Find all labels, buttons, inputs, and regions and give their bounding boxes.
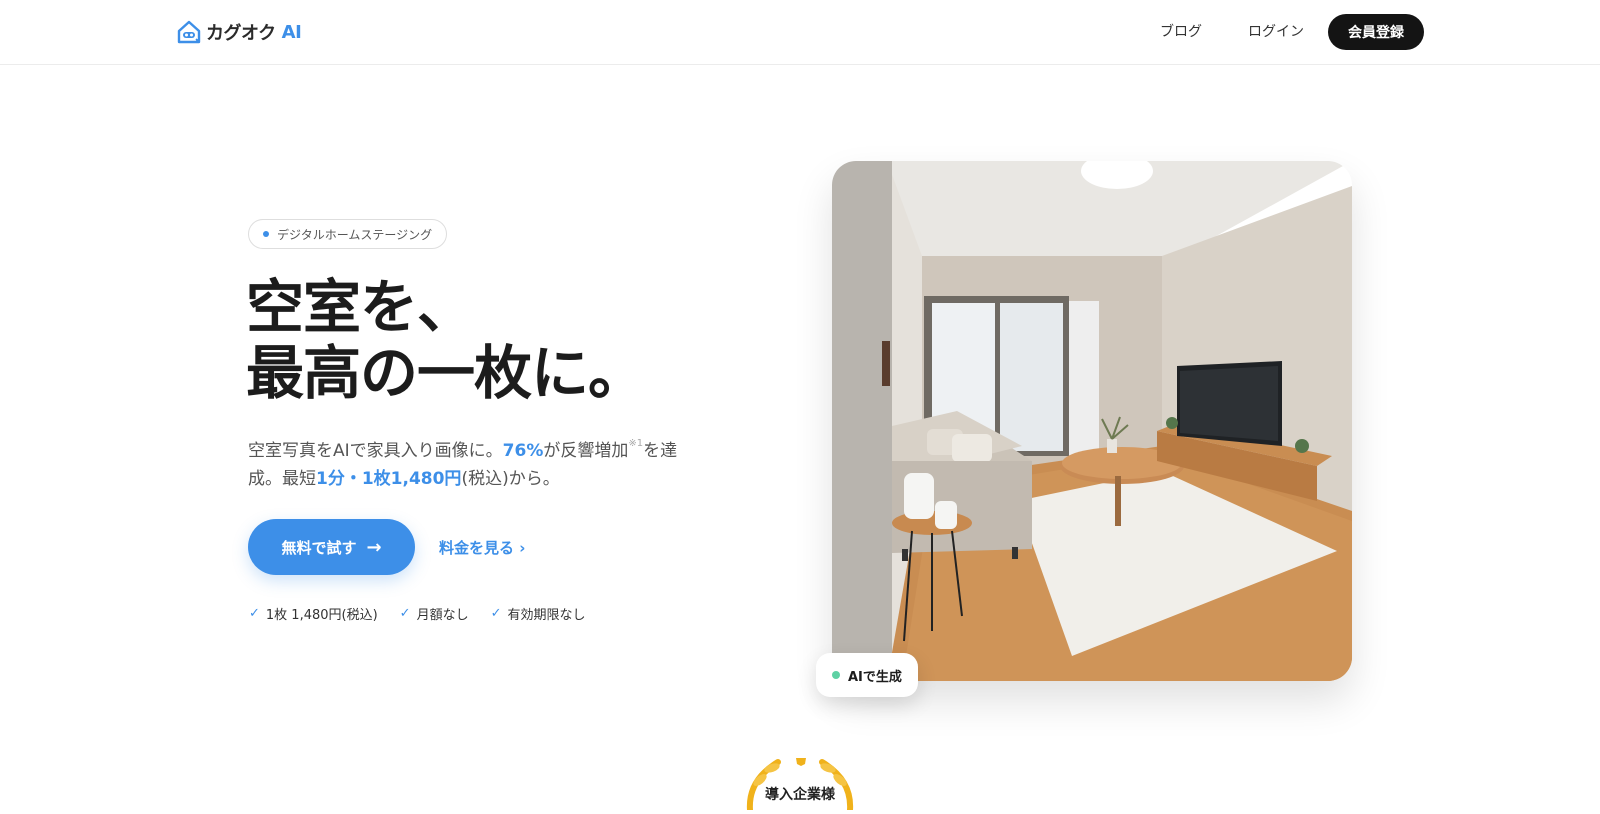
logo-ai-text: AI (281, 21, 302, 43)
house-logo-icon (177, 20, 201, 44)
feature-label: 1枚 1,480円(税込) (265, 608, 378, 623)
lead-price-highlight: 1分・1枚1,480円 (316, 469, 462, 489)
status-dot-icon (832, 671, 840, 679)
try-free-label: 無料で試す (281, 538, 357, 557)
signup-button[interactable]: 会員登録 (1328, 14, 1424, 50)
site-header: カグオク AI ブログ ログイン 会員登録 (0, 0, 1600, 65)
lead-part-2: が反響増加 (543, 441, 629, 461)
feature-label: 有効期限なし (507, 608, 586, 623)
room-illustration (832, 161, 1352, 681)
lead-stat: 76% (502, 441, 544, 461)
logo[interactable]: カグオク AI (176, 18, 302, 46)
feature-item: ✓ 有効期限なし (491, 604, 586, 623)
nav-blog-link[interactable]: ブログ (1160, 14, 1202, 50)
check-icon: ✓ (399, 606, 411, 621)
badge-text: デジタルホームステージング (277, 227, 433, 242)
try-free-button[interactable]: 無料で試す → (248, 519, 415, 575)
nav-login-link[interactable]: ログイン (1248, 14, 1304, 50)
arrow-right-icon: → (366, 536, 382, 558)
ai-generated-chip: AIで生成 (816, 653, 918, 697)
headline-line-2: 最高の一枚に。 (246, 339, 646, 407)
hero-headline: 空室を、 最高の一枚に。 (246, 273, 646, 407)
award-label: 導入企業様 (765, 787, 835, 803)
feature-label: 月額なし (416, 608, 469, 623)
feature-list: ✓ 1枚 1,480円(税込) ✓ 月額なし ✓ 有効期限なし (249, 604, 586, 623)
lead-part-4: (税込)から。 (461, 469, 560, 489)
hero-badge: デジタルホームステージング (248, 219, 448, 249)
award-emblem: 導入企業様 (730, 750, 870, 813)
badge-dot-icon (263, 231, 269, 237)
hero-staged-room-image (832, 161, 1352, 681)
feature-item: ✓ 月額なし (400, 604, 469, 623)
headline-line-1: 空室を、 (246, 273, 475, 341)
lead-part-1: 空室写真をAIで家具入り画像に。 (248, 441, 503, 461)
logo-text: カグオク (206, 23, 276, 44)
check-icon: ✓ (490, 606, 502, 621)
feature-item: ✓ 1枚 1,480円(税込) (249, 604, 378, 623)
lead-footnote: ※1 (628, 438, 644, 449)
check-icon: ✓ (249, 606, 260, 621)
main-nav: ブログ ログイン 会員登録 (1160, 14, 1424, 50)
hero-lead: 空室写真をAIで家具入り画像に。76%が反響増加※1を達成。最短1分・1枚1,4… (248, 430, 698, 493)
ai-chip-label: AIで生成 (848, 669, 902, 685)
view-pricing-link[interactable]: 料金を見る › (439, 537, 525, 558)
